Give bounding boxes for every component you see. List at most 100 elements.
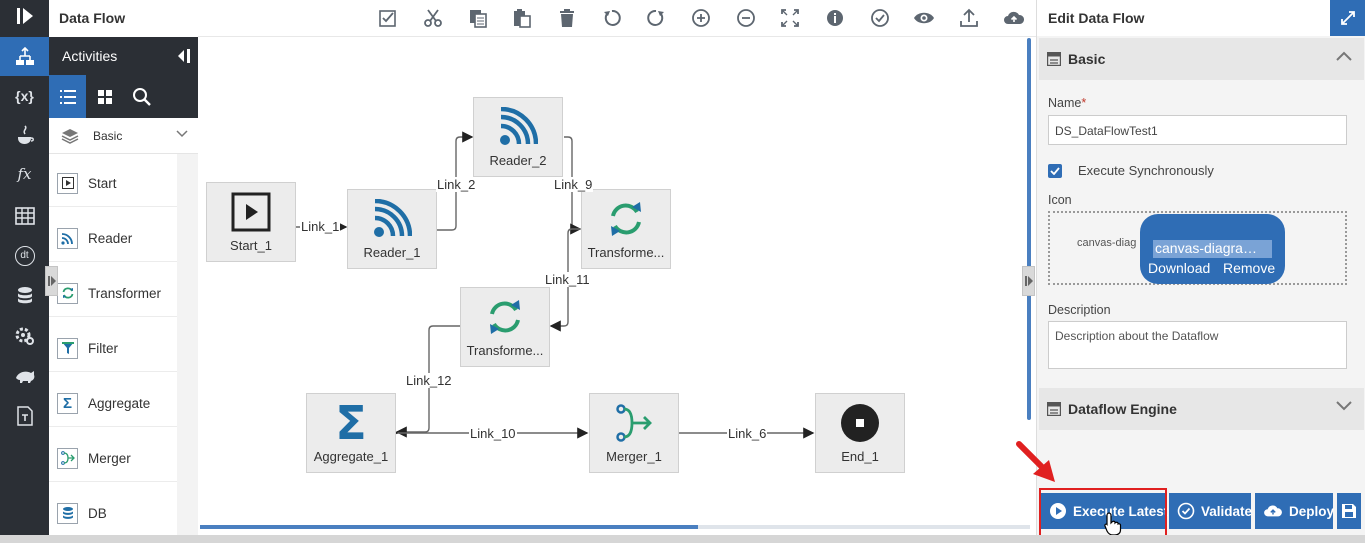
transformer-icon xyxy=(461,294,549,340)
info-icon[interactable] xyxy=(813,0,858,36)
dataflow-icon[interactable] xyxy=(0,37,49,76)
panel-title: Edit Data Flow xyxy=(1048,10,1145,26)
zoom-in-icon[interactable] xyxy=(679,0,724,36)
transformer-icon xyxy=(57,282,78,304)
icon-popup: canvas-diagra… Download Remove xyxy=(1140,214,1285,284)
list-view-icon[interactable] xyxy=(49,75,86,118)
palette-item-aggregate[interactable]: Σ Aggregate xyxy=(49,380,177,427)
icon-label: Icon xyxy=(1048,193,1072,207)
db-icon xyxy=(57,502,78,524)
link-label[interactable]: Link_9 xyxy=(553,177,594,192)
node-reader-1[interactable]: Reader_1 xyxy=(347,189,437,269)
execute-sync-checkbox[interactable] xyxy=(1048,164,1062,178)
expand-icon[interactable] xyxy=(1330,0,1365,36)
node-reader-2[interactable]: Reader_2 xyxy=(473,97,563,177)
variables-icon[interactable]: {x} xyxy=(0,76,49,115)
upload-icon[interactable] xyxy=(947,0,992,36)
link-label[interactable]: Link_1 xyxy=(300,219,341,234)
palette-item-reader[interactable]: Reader xyxy=(49,215,177,262)
dt-icon[interactable]: dt xyxy=(0,236,49,275)
save-button[interactable] xyxy=(1337,493,1361,529)
start-icon xyxy=(57,172,78,194)
template-icon[interactable] xyxy=(0,396,49,435)
description-textarea[interactable]: Description about the Dataflow xyxy=(1048,321,1347,369)
category-dropdown[interactable]: Basic xyxy=(49,118,198,154)
engine-section-header[interactable]: Dataflow Engine xyxy=(1039,388,1364,430)
link-label[interactable]: Link_10 xyxy=(469,426,517,441)
reader-icon xyxy=(474,104,562,150)
validate-button[interactable]: Validate xyxy=(1169,493,1253,529)
canvas-vertical-scrollbar[interactable] xyxy=(1027,38,1031,420)
left-splitter-toggle[interactable] xyxy=(45,266,58,296)
palette-item-transformer[interactable]: Transformer xyxy=(49,270,177,317)
cut-icon[interactable] xyxy=(411,0,456,36)
palette-item-merger[interactable]: Merger xyxy=(49,435,177,482)
grid-view-icon[interactable] xyxy=(86,75,123,118)
required-mark: * xyxy=(1081,96,1087,110)
canvas-horizontal-scrollbar[interactable] xyxy=(200,525,698,529)
palette-item-label: Merger xyxy=(88,450,131,466)
link-label[interactable]: Link_12 xyxy=(405,373,453,388)
database-icon[interactable] xyxy=(0,276,49,315)
link-label[interactable]: Link_2 xyxy=(436,177,477,192)
select-all-icon[interactable] xyxy=(366,0,411,36)
section-icon xyxy=(1047,52,1061,66)
palette-item-label: Transformer xyxy=(88,285,162,301)
paste-icon[interactable] xyxy=(500,0,545,36)
palette-scrollbar[interactable] xyxy=(177,154,198,543)
node-transformer-a[interactable]: Transforme... xyxy=(581,189,671,269)
zoom-out-icon[interactable] xyxy=(723,0,768,36)
hadoop-icon[interactable] xyxy=(0,356,49,395)
node-start[interactable]: Start_1 xyxy=(206,182,296,262)
basic-section-header[interactable]: Basic xyxy=(1039,38,1364,80)
properties-panel: Edit Data Flow Basic Name* DS_DataFlowTe… xyxy=(1036,0,1365,535)
icon-dropzone[interactable]: canvas-diag canvas-diagra… Download Remo… xyxy=(1048,211,1347,285)
fit-screen-icon[interactable] xyxy=(768,0,813,36)
collapse-panel-icon[interactable] xyxy=(174,47,192,65)
button-label: Validate xyxy=(1201,503,1253,519)
transformer-icon xyxy=(582,196,670,242)
reader-icon xyxy=(57,227,78,249)
category-label: Basic xyxy=(93,128,123,143)
settings-icon[interactable] xyxy=(0,316,49,355)
name-field[interactable]: DS_DataFlowTest1 xyxy=(1048,115,1347,145)
remove-link[interactable]: Remove xyxy=(1223,260,1275,276)
highlight-box xyxy=(1039,488,1167,542)
name-label: Name* xyxy=(1048,96,1087,110)
panel-header: Edit Data Flow xyxy=(1037,0,1365,36)
link-label[interactable]: Link_11 xyxy=(544,272,591,287)
download-link[interactable]: Download xyxy=(1148,260,1210,276)
palette-item-filter[interactable]: Filter xyxy=(49,325,177,372)
palette-view-tabs xyxy=(49,75,198,118)
function-fx-icon[interactable]: fx xyxy=(0,154,49,193)
red-arrow-annotation xyxy=(1016,441,1055,482)
palette-item-start[interactable]: Start xyxy=(49,160,177,207)
deploy-button[interactable]: Deploy xyxy=(1255,493,1334,529)
search-icon[interactable] xyxy=(123,75,160,118)
copy-icon[interactable] xyxy=(455,0,500,36)
delete-icon[interactable] xyxy=(545,0,590,36)
link-label[interactable]: Link_6 xyxy=(727,426,768,441)
node-transformer-b[interactable]: Transforme... xyxy=(460,287,550,367)
cloud-deploy-icon[interactable] xyxy=(991,0,1036,36)
java-icon[interactable] xyxy=(0,115,49,154)
play-logo-icon[interactable] xyxy=(0,0,49,32)
redo-icon[interactable] xyxy=(634,0,679,36)
table-icon[interactable] xyxy=(0,196,49,235)
node-merger-1[interactable]: Merger_1 xyxy=(589,393,679,473)
section-icon xyxy=(1047,402,1061,416)
node-aggregate-1[interactable]: Σ Aggregate_1 xyxy=(306,393,396,473)
node-label: Transforme... xyxy=(587,245,665,260)
description-label: Description xyxy=(1048,303,1111,317)
node-label: Transforme... xyxy=(466,343,544,358)
section-title: Dataflow Engine xyxy=(1068,401,1177,417)
undo-icon[interactable] xyxy=(589,0,634,36)
preview-eye-icon[interactable] xyxy=(902,0,947,36)
node-label: Reader_2 xyxy=(489,153,547,168)
page-title: Data Flow xyxy=(59,10,126,26)
hand-cursor-icon xyxy=(1104,512,1122,536)
right-splitter-toggle[interactable] xyxy=(1022,266,1035,296)
palette-item-db[interactable]: DB xyxy=(49,490,177,537)
validate-check-icon[interactable] xyxy=(857,0,902,36)
node-end-1[interactable]: End_1 xyxy=(815,393,905,473)
